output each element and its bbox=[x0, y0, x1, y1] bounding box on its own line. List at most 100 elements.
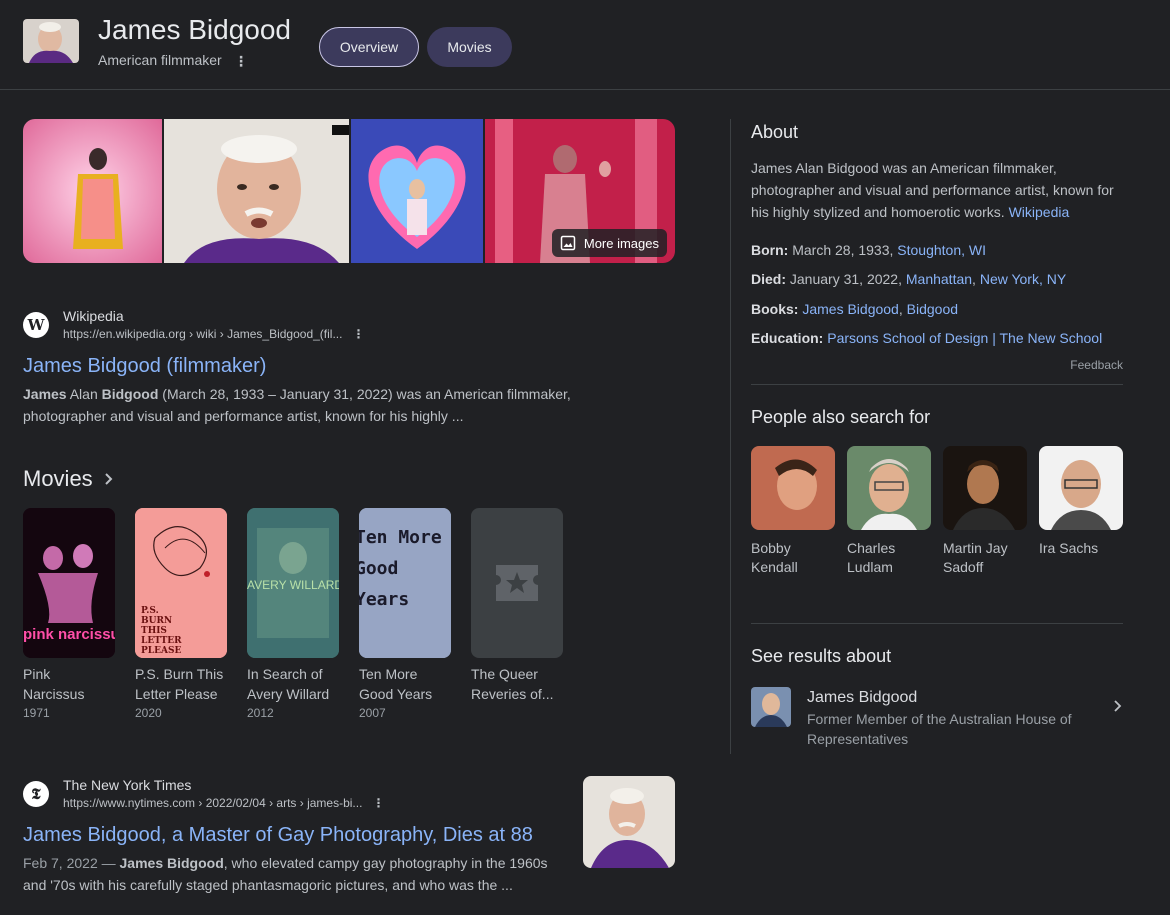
poster-title: Ten More Good Years bbox=[359, 527, 442, 610]
movie-card[interactable]: pink narcissus Pink Narcissus 1971 bbox=[23, 508, 115, 720]
fact-label: Books: bbox=[751, 301, 799, 317]
movie-card[interactable]: AVERY WILLARD In Search of Avery Willard… bbox=[247, 508, 339, 720]
image-icon bbox=[560, 235, 576, 251]
snippet-bold: Bidgood bbox=[101, 386, 159, 402]
see-results-description: Former Member of the Australian House of… bbox=[807, 711, 1072, 747]
result-thumbnail[interactable] bbox=[583, 776, 675, 868]
movie-poster: P.S. BURN THIS LETTER PLEASE bbox=[135, 508, 227, 658]
fact-born: Born: March 28, 1933, Stoughton, WI bbox=[751, 240, 1123, 260]
tab-movies[interactable]: Movies bbox=[427, 27, 512, 67]
movie-poster: Ten More Good Years bbox=[359, 508, 451, 658]
movies-heading[interactable]: Movies bbox=[23, 466, 115, 492]
fact-link[interactable]: Stoughton, WI bbox=[897, 242, 986, 258]
fact-link[interactable]: Manhattan bbox=[906, 271, 972, 287]
search-result-wikipedia: W Wikipedia https://en.wikipedia.org › w… bbox=[23, 307, 643, 427]
fact-died: Died: January 31, 2022, Manhattan, New Y… bbox=[751, 271, 1067, 287]
movie-ticket-icon bbox=[496, 565, 538, 601]
chevron-right-icon bbox=[1114, 700, 1122, 712]
poster-title: P.S. BURN THIS LETTER PLEASE bbox=[141, 606, 182, 656]
snippet-bold: James bbox=[23, 386, 67, 402]
more-images-button[interactable]: More images bbox=[551, 229, 667, 257]
snippet-bold: James Bidgood bbox=[119, 855, 224, 871]
image-thumbnail[interactable] bbox=[351, 119, 483, 263]
movie-title: Pink Narcissus bbox=[23, 666, 85, 702]
person-name: Ira Sachs bbox=[1039, 540, 1099, 556]
section-divider bbox=[751, 384, 1123, 385]
person-photo bbox=[1039, 446, 1123, 530]
movie-card[interactable]: Ten More Good Years Ten More Good Years … bbox=[359, 508, 451, 720]
result-title-link[interactable]: James Bidgood (filmmaker) bbox=[23, 353, 643, 379]
wikipedia-icon: W bbox=[23, 312, 49, 338]
avatar[interactable] bbox=[23, 19, 79, 63]
movie-card[interactable]: P.S. BURN THIS LETTER PLEASE P.S. Burn T… bbox=[135, 508, 227, 720]
image-thumbnail[interactable]: More images bbox=[485, 119, 675, 263]
knowledge-panel: About James Alan Bidgood was an American… bbox=[751, 119, 1123, 749]
result-site-name: The New York Times bbox=[63, 777, 192, 793]
page-subtitle: American filmmaker bbox=[98, 52, 222, 68]
chevron-right-icon bbox=[104, 473, 113, 485]
result-snippet: Feb 7, 2022 — James Bidgood, who elevate… bbox=[23, 855, 548, 893]
poster-title: AVERY WILLARD bbox=[247, 578, 339, 592]
result-url-text: https://en.wikipedia.org › wiki › James_… bbox=[63, 327, 343, 341]
fact-label: Education: bbox=[751, 330, 824, 346]
image-thumbnail[interactable] bbox=[164, 119, 349, 263]
movie-card[interactable]: The Queer Reveries of... bbox=[471, 508, 563, 720]
movies-heading-label: Movies bbox=[23, 466, 93, 491]
see-results-item[interactable]: James Bidgood Former Member of the Austr… bbox=[751, 687, 1123, 749]
movie-year: 2020 bbox=[135, 706, 162, 720]
fact-link[interactable]: Bidgood bbox=[907, 301, 958, 317]
section-divider bbox=[751, 623, 1123, 624]
person-photo bbox=[943, 446, 1027, 530]
fact-text: March 28, 1933, bbox=[788, 242, 898, 258]
person-card[interactable]: Charles Ludlam bbox=[847, 446, 931, 577]
movie-title: P.S. Burn This Letter Please bbox=[135, 666, 224, 702]
movie-year: 1971 bbox=[23, 706, 50, 720]
feedback-link[interactable]: Feedback bbox=[751, 358, 1123, 372]
image-thumbnail[interactable] bbox=[23, 119, 162, 263]
movie-poster: AVERY WILLARD bbox=[247, 508, 339, 658]
fact-link[interactable]: James Bidgood bbox=[802, 301, 899, 317]
person-photo bbox=[751, 446, 835, 530]
movie-poster: pink narcissus bbox=[23, 508, 115, 658]
movie-title: In Search of Avery Willard bbox=[247, 666, 330, 702]
person-name: Martin Jay Sadoff bbox=[943, 540, 1008, 575]
more-options-icon[interactable]: ⋮ bbox=[352, 325, 364, 343]
about-source-link[interactable]: Wikipedia bbox=[1009, 204, 1070, 220]
snippet-text: Alan bbox=[66, 386, 102, 402]
panel-divider bbox=[730, 119, 731, 754]
movie-title: Ten More Good Years bbox=[359, 666, 433, 702]
result-site-row[interactable]: W Wikipedia https://en.wikipedia.org › w… bbox=[23, 307, 643, 343]
result-title-link[interactable]: James Bidgood, a Master of Gay Photograp… bbox=[23, 822, 568, 848]
more-options-icon[interactable]: ⋮ bbox=[372, 794, 384, 812]
person-card[interactable]: Bobby Kendall bbox=[751, 446, 835, 577]
result-url-text: https://www.nytimes.com › 2022/02/04 › a… bbox=[63, 796, 363, 810]
about-heading: About bbox=[751, 122, 799, 142]
movies-carousel: pink narcissus Pink Narcissus 1971 P.S. … bbox=[23, 508, 563, 720]
fact-label: Died: bbox=[751, 271, 786, 287]
fact-label: Born: bbox=[751, 242, 789, 258]
person-photo bbox=[847, 446, 931, 530]
page-title: James Bidgood bbox=[98, 14, 292, 45]
image-strip: More images bbox=[23, 119, 675, 263]
result-url: https://en.wikipedia.org › wiki › James_… bbox=[63, 325, 364, 343]
result-site-row[interactable]: 𝕿 The New York Times https://www.nytimes… bbox=[23, 776, 568, 812]
fact-link[interactable]: Parsons School of Design | The New Schoo… bbox=[827, 330, 1102, 346]
poster-title: pink narcissus bbox=[23, 626, 115, 643]
result-date: Feb 7, 2022 bbox=[23, 855, 98, 871]
people-list: Bobby Kendall Charles Ludlam Martin Jay … bbox=[751, 446, 1123, 577]
fact-education: Education: Parsons School of Design | Th… bbox=[751, 328, 1123, 348]
movie-poster-placeholder bbox=[471, 508, 563, 658]
movie-year: 2007 bbox=[359, 706, 386, 720]
people-heading: People also search for bbox=[751, 407, 931, 427]
more-options-icon[interactable]: ⋮ bbox=[234, 52, 248, 70]
fact-text: January 31, 2022, bbox=[786, 271, 906, 287]
fact-link[interactable]: New York, NY bbox=[980, 271, 1066, 287]
person-card[interactable]: Ira Sachs bbox=[1039, 446, 1123, 577]
search-result-nytimes: 𝕿 The New York Times https://www.nytimes… bbox=[23, 776, 568, 896]
result-url: https://www.nytimes.com › 2022/02/04 › a… bbox=[63, 794, 384, 812]
person-card[interactable]: Martin Jay Sadoff bbox=[943, 446, 1027, 577]
see-results-heading: See results about bbox=[751, 646, 892, 666]
tab-overview[interactable]: Overview bbox=[319, 27, 419, 67]
result-site-name: Wikipedia bbox=[63, 308, 124, 324]
about-text: James Alan Bidgood was an American filmm… bbox=[751, 157, 1123, 223]
